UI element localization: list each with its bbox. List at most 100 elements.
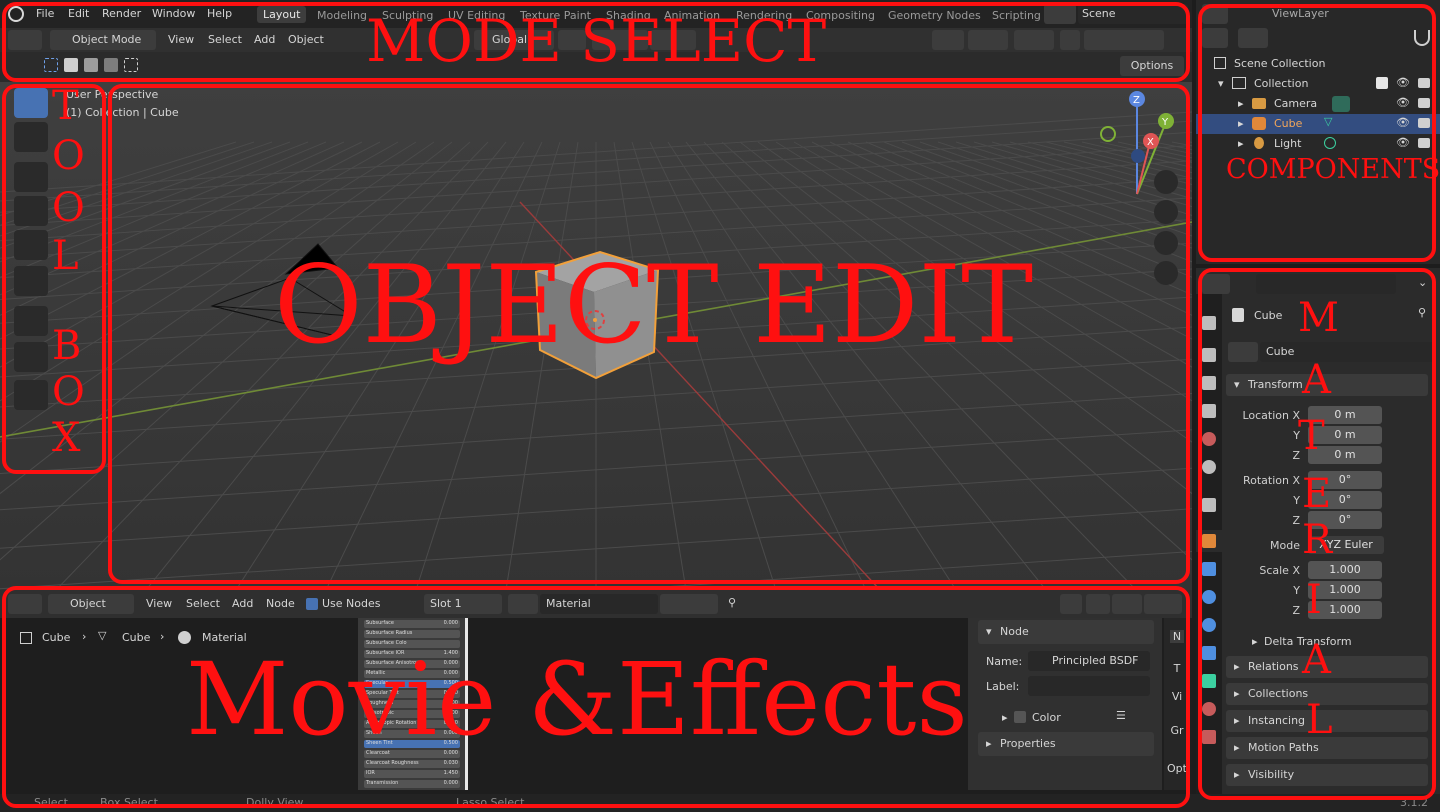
tab-compositing[interactable]: Compositing [806, 9, 875, 22]
material-tab-icon[interactable] [1202, 702, 1216, 716]
eye-icon[interactable]: 👁 [1396, 76, 1410, 89]
world-tab-icon[interactable] [1202, 460, 1216, 474]
bsdf-input-row[interactable]: Subsurface 0.000 [364, 620, 460, 628]
bsdf-input-row[interactable]: Sheen 0.000 [364, 730, 460, 738]
blender-logo-icon[interactable] [8, 6, 24, 22]
menu-render[interactable]: Render [102, 7, 141, 20]
node-tab[interactable]: N [1170, 630, 1184, 643]
visibility-panel-header[interactable]: ▸ Visibility [1226, 764, 1428, 786]
outliner-search-input[interactable] [1284, 28, 1394, 48]
tab-animation[interactable]: Animation [664, 9, 720, 22]
bsdf-input-row[interactable]: IOR 1.450 [364, 770, 460, 778]
object-name-field[interactable]: Cube [1260, 342, 1434, 362]
viewport-menu-view[interactable]: View [168, 33, 194, 46]
render-tab-icon[interactable] [1202, 348, 1216, 362]
add-cube-tool-icon[interactable] [14, 380, 48, 410]
instancing-panel-header[interactable]: ▸ Instancing [1226, 710, 1428, 732]
tree-row-scene-collection[interactable]: Scene Collection [1196, 54, 1440, 74]
node-overlay-button[interactable] [1144, 594, 1182, 614]
tree-row-collection[interactable]: ▾ Collection 👁 [1196, 74, 1440, 94]
breadcrumb-material[interactable]: Material [202, 631, 247, 644]
rotation-y-field[interactable]: 0° [1308, 491, 1382, 509]
bsdf-input-row[interactable]: Anisotropic 0.000 [364, 710, 460, 718]
proportional-edit-button[interactable] [650, 30, 696, 50]
properties-options-chevron-icon[interactable]: ⌄ [1418, 276, 1427, 289]
tab-shading[interactable]: Shading [606, 9, 651, 22]
3d-viewport[interactable]: Z Y X User Perspective (1) Collection | … [0, 82, 1192, 590]
display-mode-button[interactable] [1202, 28, 1228, 48]
collapse-chevron-icon[interactable]: ▸ [1238, 97, 1244, 110]
bsdf-input-row[interactable]: Clearcoat 0.000 [364, 750, 460, 758]
use-nodes-checkbox[interactable] [306, 598, 318, 610]
expand-chevron-icon[interactable]: ▾ [1218, 77, 1224, 90]
transform-panel-header[interactable]: ▾ Transform [1226, 374, 1428, 396]
tree-row-cube[interactable]: ▸ Cube ▽ 👁 [1196, 114, 1440, 134]
bsdf-input-row[interactable]: Specular Tint 0.000 [364, 690, 460, 698]
scale-z-field[interactable]: 1.000 [1308, 601, 1382, 619]
parent-node-tree-button[interactable] [1060, 594, 1082, 614]
select-box-tool-icon[interactable] [14, 88, 48, 118]
bsdf-input-row[interactable]: Sheen Tint 0.500 [364, 740, 460, 748]
node-name-field[interactable]: Principled BSDF [1028, 651, 1150, 671]
rotate-tool-icon[interactable] [14, 196, 48, 226]
snap-button[interactable] [592, 30, 648, 50]
select-subtract-icon[interactable] [84, 58, 98, 72]
node-label-field[interactable] [1028, 676, 1150, 696]
options-tab[interactable]: Opt [1166, 762, 1188, 775]
render-camera-icon[interactable] [1418, 78, 1430, 88]
gizmo-toggle-button[interactable] [968, 30, 1008, 50]
filter-icon[interactable] [1414, 30, 1430, 46]
view-layer-tab-icon[interactable] [1202, 404, 1216, 418]
tree-row-camera[interactable]: ▸ Camera 👁 [1196, 94, 1440, 114]
select-invert-icon[interactable] [104, 58, 118, 72]
camera-data-icon[interactable] [1332, 96, 1350, 112]
light-data-icon[interactable] [1324, 137, 1336, 149]
scene-selector-button[interactable] [1044, 4, 1076, 24]
object-data-selector-button[interactable] [1228, 342, 1258, 362]
rotation-x-field[interactable]: 0° [1308, 471, 1382, 489]
snapping-button[interactable] [1086, 594, 1110, 614]
select-intersect-icon[interactable] [124, 58, 138, 72]
bsdf-input-row[interactable]: Subsurface IOR 1.400 [364, 650, 460, 658]
render-camera-icon[interactable] [1418, 138, 1430, 148]
delta-transform-chevron-icon[interactable]: ▸ [1252, 635, 1258, 648]
scale-y-field[interactable]: 1.000 [1308, 581, 1382, 599]
physics-tab-icon[interactable] [1202, 618, 1216, 632]
properties-panel-header[interactable]: ▸ Properties [978, 732, 1154, 756]
rotation-z-field[interactable]: 0° [1308, 511, 1382, 529]
mode-dropdown[interactable]: Object Mode [50, 30, 156, 50]
select-extend-icon[interactable] [64, 58, 78, 72]
render-camera-icon[interactable] [1418, 118, 1430, 128]
snap-element-button[interactable] [1112, 594, 1142, 614]
properties-editor-type-button[interactable] [1202, 274, 1230, 294]
material-browse-button[interactable] [508, 594, 538, 614]
properties-search-input[interactable] [1256, 274, 1396, 294]
tab-rendering[interactable]: Rendering [736, 9, 792, 22]
tab-geometry-nodes[interactable]: Geometry Nodes [888, 9, 981, 22]
pin-icon[interactable]: ⚲ [1418, 306, 1426, 319]
bsdf-input-row[interactable]: Subsurface Anisotropy 0.000 [364, 660, 460, 668]
mesh-data-icon[interactable]: ▽ [1324, 115, 1332, 128]
texture-tab-icon[interactable] [1202, 730, 1216, 744]
zoom-icon[interactable] [1154, 170, 1178, 194]
menu-window[interactable]: Window [152, 7, 195, 20]
editor-type-button[interactable] [8, 30, 42, 50]
location-z-field[interactable]: 0 m [1308, 446, 1382, 464]
tab-scripting[interactable]: Scripting [992, 9, 1041, 22]
color-checkbox[interactable] [1014, 711, 1026, 723]
object-tab-icon[interactable] [1202, 534, 1216, 548]
color-chevron-icon[interactable]: ▸ [1002, 711, 1008, 724]
collections-panel-header[interactable]: ▸ Collections [1226, 683, 1428, 705]
view-layer-field[interactable]: ViewLayer [1268, 4, 1390, 24]
node-panel-header[interactable]: ▾ Node [978, 620, 1154, 644]
scene-tab-icon[interactable] [1202, 432, 1216, 446]
delta-transform-subpanel[interactable]: Delta Transform [1264, 635, 1352, 648]
tree-row-light[interactable]: ▸ Light 👁 [1196, 134, 1440, 154]
move-tool-icon[interactable] [14, 162, 48, 192]
collection-tab-icon[interactable] [1202, 498, 1216, 512]
bsdf-input-row[interactable]: Anisotropic Rotation 0.000 [364, 720, 460, 728]
render-camera-icon[interactable] [1418, 98, 1430, 108]
cursor-tool-icon[interactable] [14, 122, 48, 152]
outliner-editor-type-button[interactable] [1202, 4, 1228, 24]
transform-orientation-dropdown[interactable]: Global [474, 30, 554, 50]
